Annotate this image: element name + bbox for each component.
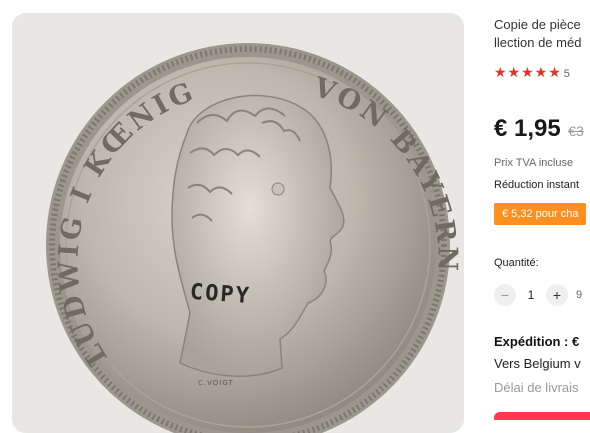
buy-button[interactable] bbox=[494, 412, 590, 420]
star-icons: ★★★★★ bbox=[494, 64, 562, 80]
coupon-badge[interactable]: € 5,32 pour cha bbox=[494, 203, 587, 225]
shipping-title: Expédition : € bbox=[494, 334, 580, 349]
delivery-delay: Délai de livrais bbox=[494, 380, 579, 395]
quantity-increase-button[interactable]: + bbox=[546, 284, 568, 306]
rating-stars[interactable]: ★★★★★ 5 bbox=[494, 64, 571, 81]
quantity-stepper: − 1 + 9 bbox=[494, 284, 582, 306]
product-image-gallery[interactable]: LUDWIG I KŒNIG VON BAYERN COPY C.VOIGT bbox=[12, 13, 464, 433]
quantity-decrease-button[interactable]: − bbox=[494, 284, 516, 306]
quantity-label: Quantité: bbox=[494, 257, 539, 269]
available-count: 9 bbox=[576, 289, 583, 301]
original-price: €3 bbox=[568, 123, 584, 139]
coin-engraver: C.VOIGT bbox=[198, 379, 234, 387]
rating-value: 5 bbox=[563, 68, 571, 80]
price-block: € 1,95 €3 bbox=[494, 115, 584, 143]
shipping-destination[interactable]: Vers Belgium v bbox=[494, 356, 581, 371]
tva-note: Prix TVA incluse bbox=[494, 157, 574, 169]
product-image: LUDWIG I KŒNIG VON BAYERN COPY C.VOIGT bbox=[12, 13, 464, 433]
product-info-panel: Copie de pièce llection de méd ★★★★★ 5 € … bbox=[494, 0, 590, 420]
quantity-value[interactable]: 1 bbox=[516, 288, 546, 302]
product-title[interactable]: Copie de pièce llection de méd bbox=[494, 16, 590, 52]
current-price: € 1,95 bbox=[494, 115, 561, 142]
coin-stamp-copy: COPY bbox=[189, 280, 252, 309]
instant-reduction: Réduction instant bbox=[494, 179, 579, 191]
